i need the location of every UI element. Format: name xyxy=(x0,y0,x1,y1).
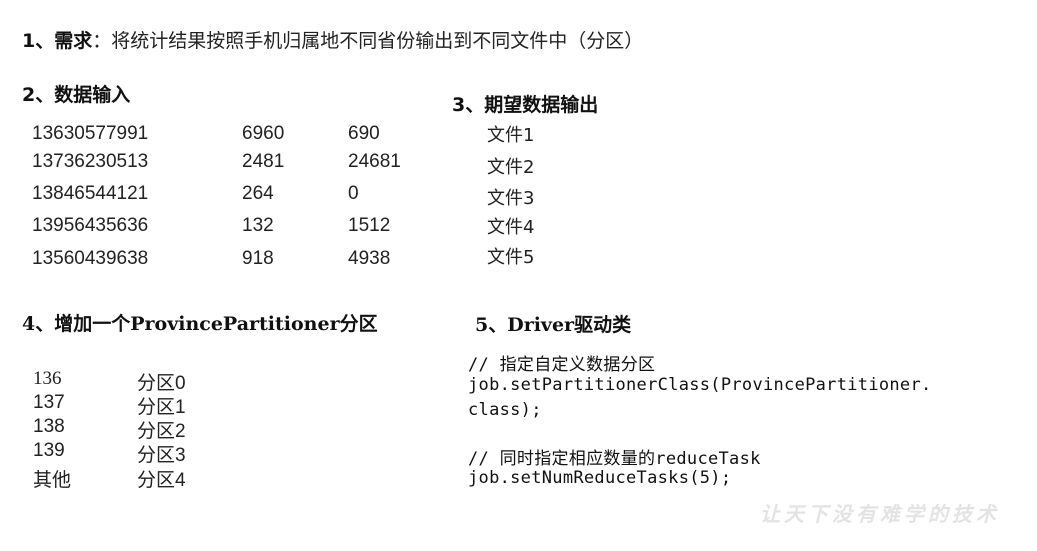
code-line: job.setPartitionerClass(ProvincePartitio… xyxy=(468,375,932,395)
table-row-up: 2481 xyxy=(242,151,285,172)
partition-name: 分区0 xyxy=(137,373,186,394)
requirement-line: 1、需求：将统计结果按照手机归属地不同省份输出到不同文件中（分区） xyxy=(22,26,643,53)
table-row-down: 0 xyxy=(348,183,359,204)
requirement-colon: ： xyxy=(92,30,112,52)
table-row-down: 1512 xyxy=(348,215,391,236)
code-comment: // 指定自定义数据分区 xyxy=(468,355,656,375)
partition-prefix: 139 xyxy=(33,440,65,461)
partitioner-title: 4、增加一个ProvincePartitioner分区 xyxy=(22,313,378,335)
code-line: class); xyxy=(468,400,542,420)
partition-prefix: 137 xyxy=(33,392,65,413)
table-row-up: 264 xyxy=(242,183,274,204)
table-row-phone: 13630577991 xyxy=(32,123,149,144)
partition-name: 分区4 xyxy=(137,470,186,491)
table-row-up: 918 xyxy=(242,248,274,269)
table-row-phone: 13956435636 xyxy=(32,215,149,236)
table-row-down: 24681 xyxy=(348,151,401,172)
list-item-output-file: 文件1 xyxy=(487,125,535,146)
table-row-down: 4938 xyxy=(348,248,391,269)
partition-prefix: 136 xyxy=(33,368,62,389)
table-row-up: 132 xyxy=(242,215,274,236)
list-item-output-file: 文件2 xyxy=(487,157,535,178)
list-item-output-file: 文件3 xyxy=(487,188,535,209)
code-comment: // 同时指定相应数量的reduceTask xyxy=(468,449,761,469)
partition-name: 分区1 xyxy=(137,397,186,418)
list-item-output-file: 文件5 xyxy=(487,247,535,268)
requirement-label: 1、需求 xyxy=(22,30,93,52)
code-line: job.setNumReduceTasks(5); xyxy=(468,468,732,488)
table-row-phone: 13736230513 xyxy=(32,151,149,172)
table-row-up: 6960 xyxy=(242,123,285,144)
list-item-output-file: 文件4 xyxy=(487,217,535,238)
expected-output-title: 3、期望数据输出 xyxy=(452,94,599,116)
requirement-text: 将统计结果按照手机归属地不同省份输出到不同文件中（分区） xyxy=(111,30,644,52)
partition-name: 分区3 xyxy=(137,445,186,466)
table-row-phone: 13560439638 xyxy=(32,248,149,269)
table-row-phone: 13846544121 xyxy=(32,183,149,204)
partition-name: 分区2 xyxy=(137,421,186,442)
partition-prefix: 其他 xyxy=(33,470,72,491)
driver-title: 5、Driver驱动类 xyxy=(475,314,632,336)
partition-prefix: 138 xyxy=(33,416,65,437)
table-row-down: 690 xyxy=(348,123,380,144)
data-input-title: 2、数据输入 xyxy=(22,84,131,106)
watermark: 让天下没有难学的技术 xyxy=(760,502,1000,526)
